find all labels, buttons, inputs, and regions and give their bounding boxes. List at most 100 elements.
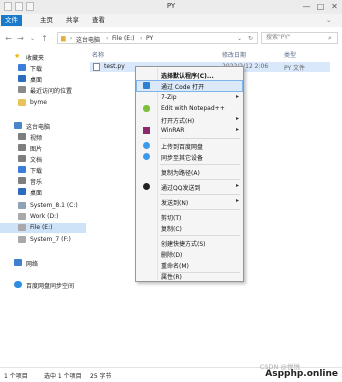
column-header-type[interactable]: 类型 [284, 50, 296, 59]
menu-item-create-shortcut[interactable]: 创建快捷方式(S) [137, 238, 242, 248]
submenu-arrow-icon: ▸ [235, 197, 239, 204]
nav-baidu-sync[interactable]: 百度网盘同步空间 [0, 280, 86, 290]
menu-item-winrar[interactable]: WinRAR ▸ [137, 126, 242, 136]
nav-favorites[interactable]: ★ 收藏夹 [0, 52, 86, 62]
tab-home[interactable]: 主页 [36, 15, 57, 26]
refresh-icon[interactable]: ↻ [248, 35, 253, 42]
video-folder-icon [18, 133, 26, 140]
folder-icon [18, 99, 26, 106]
nav-recent-places[interactable]: 最近访问的位置 [0, 85, 86, 95]
menu-separator [160, 209, 240, 210]
search-input[interactable]: 搜索"PY" [261, 32, 338, 44]
nav-drive-e[interactable]: File (E:) [0, 223, 86, 233]
network-icon [14, 259, 22, 266]
drive-icon [18, 224, 26, 231]
status-item-count: 1 个项目 [4, 373, 28, 380]
nav-music[interactable]: 音乐 [0, 176, 86, 186]
nav-downloads[interactable]: 下载 [0, 63, 86, 73]
nav-byme[interactable]: byme [0, 98, 86, 108]
desktop-icon [18, 188, 26, 195]
menu-item-open-with-code[interactable]: 通过 Code 打开 [136, 80, 243, 92]
music-folder-icon [18, 177, 26, 184]
window-title: PY [166, 2, 176, 10]
drive-icon [18, 202, 26, 209]
breadcrumb-this-pc[interactable]: 这台电脑 [76, 35, 100, 44]
menu-item-open-with[interactable]: 打开方式(H) ▸ [137, 115, 242, 125]
python-file-icon [93, 63, 100, 71]
menu-item-cut[interactable]: 剪切(T) [137, 212, 242, 222]
nav-this-pc[interactable]: 这台电脑 [0, 121, 86, 131]
breadcrumb-drive[interactable]: File (E:) [112, 35, 134, 42]
address-row: ← → ⌄ ↑ ▆ › 这台电脑 › File (E:) › PY ⌄ ↻ 搜索… [0, 27, 342, 49]
submenu-arrow-icon: ▸ [235, 126, 239, 133]
address-dropdown-icon[interactable]: ⌄ [237, 35, 242, 42]
menu-item-7zip[interactable]: 7-Zip ▸ [137, 93, 242, 103]
desktop-icon [18, 75, 26, 82]
menu-item-choose-default[interactable]: 选择默认程序(C)... [137, 70, 242, 80]
folder-icon: ▆ [61, 35, 66, 42]
menu-item-properties[interactable]: 属性(R) [137, 271, 242, 281]
menu-separator [160, 194, 240, 195]
menu-item-copy[interactable]: 复制(C) [137, 223, 242, 233]
nav-pictures[interactable]: 图片 [0, 143, 86, 153]
documents-folder-icon [18, 155, 26, 162]
baidu-sync-icon [143, 153, 150, 160]
back-icon[interactable]: ← [4, 34, 13, 43]
watermark: Aspphp.online [265, 369, 338, 379]
menu-item-copy-path[interactable]: 复制为路径(A) [137, 167, 242, 177]
nav-drive-c[interactable]: System_8.1 (C:) [0, 201, 86, 211]
vscode-icon [143, 82, 150, 89]
context-menu: 选择默认程序(C)... 通过 Code 打开 7-Zip ▸ Edit wit… [135, 66, 244, 282]
nav-drive-f[interactable]: System_7 (F:) [0, 235, 86, 245]
nav-desktop-pc[interactable]: 桌面 [0, 187, 86, 197]
nav-drive-d[interactable]: Work (D:) [0, 212, 86, 222]
winrar-icon [143, 127, 150, 134]
nav-downloads-pc[interactable]: 下载 [0, 165, 86, 175]
menu-item-sync-devices[interactable]: 同步至其它设备 [137, 152, 242, 162]
qq-icon [143, 183, 150, 190]
notepadpp-icon [143, 105, 150, 112]
ribbon-tabs: 文件 主页 共享 查看 ⌄ [0, 14, 342, 28]
tab-file[interactable]: 文件 [1, 15, 22, 26]
address-bar[interactable]: ▆ › 这台电脑 › File (E:) › PY ⌄ ↻ [57, 32, 258, 44]
menu-item-send-qq[interactable]: 通过QQ发送到 ▸ [137, 182, 242, 192]
close-button[interactable]: ✕ [330, 2, 339, 11]
nav-desktop[interactable]: 桌面 [0, 74, 86, 84]
status-selected-count: 选中 1 个项目 [44, 373, 82, 380]
pictures-folder-icon [18, 144, 26, 151]
file-name: test.py [104, 63, 125, 70]
tab-share[interactable]: 共享 [62, 15, 83, 26]
column-header-date[interactable]: 修改日期 [222, 50, 246, 59]
recent-locations-icon[interactable]: ⌄ [28, 34, 37, 43]
star-icon: ★ [14, 52, 21, 60]
nav-videos[interactable]: 视频 [0, 132, 86, 142]
menu-item-baidu-upload[interactable]: 上传到百度网盘 [137, 141, 242, 151]
tab-view[interactable]: 查看 [88, 15, 109, 26]
menu-separator [160, 138, 240, 139]
status-size: 25 字节 [90, 373, 112, 380]
breadcrumb-separator-icon: › [140, 35, 143, 42]
ribbon-expand-icon[interactable]: ⌄ [322, 15, 335, 26]
submenu-arrow-icon: ▸ [235, 115, 239, 122]
breadcrumb-folder[interactable]: PY [146, 35, 153, 42]
nav-network[interactable]: 网络 [0, 258, 86, 268]
up-icon[interactable]: ↑ [40, 34, 49, 43]
baidu-upload-icon [143, 142, 150, 149]
forward-icon[interactable]: → [16, 34, 25, 43]
menu-item-send-to[interactable]: 发送到(N) ▸ [137, 197, 242, 207]
breadcrumb-separator-icon: › [70, 35, 73, 42]
search-icon[interactable]: ⌕ [328, 34, 332, 43]
drive-icon [18, 213, 26, 220]
title-bar: PY — □ ✕ [0, 0, 342, 15]
nav-documents[interactable]: 文档 [0, 154, 86, 164]
breadcrumb-separator-icon: › [106, 35, 109, 42]
maximize-button[interactable]: □ [316, 2, 325, 11]
minimize-button[interactable]: — [302, 2, 311, 11]
menu-item-rename[interactable]: 重命名(M) [137, 260, 242, 270]
column-header-name[interactable]: 名称 [92, 50, 104, 59]
menu-item-delete[interactable]: 删除(D) [137, 249, 242, 259]
menu-separator [160, 164, 240, 165]
navigation-pane: ★ 收藏夹 下载 桌面 最近访问的位置 byme 这台电脑 视频 图片 文档 下… [0, 49, 86, 367]
cloud-sync-icon [14, 281, 22, 288]
menu-item-notepadpp[interactable]: Edit with Notepad++ [137, 104, 242, 114]
